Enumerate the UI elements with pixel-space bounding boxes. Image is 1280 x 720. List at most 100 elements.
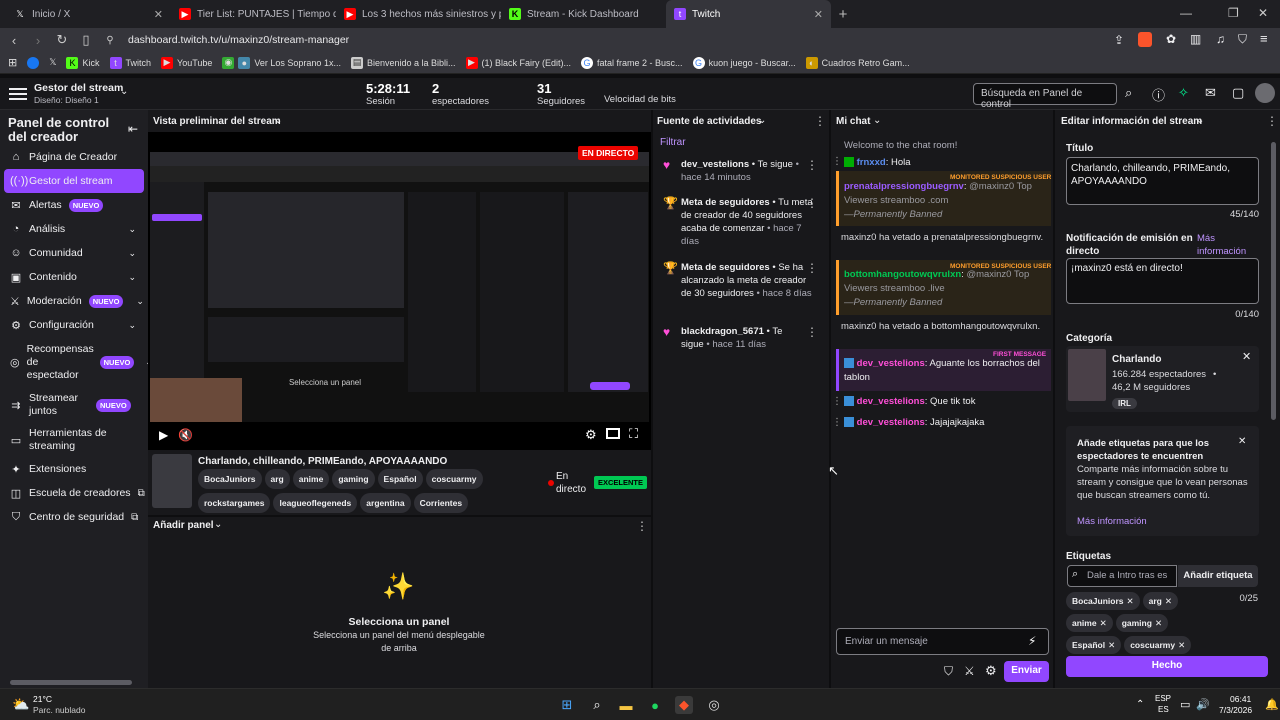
windows-start-icon[interactable]: ⊞ xyxy=(558,696,576,714)
play-icon[interactable]: ▶ xyxy=(159,428,168,442)
fullscreen-icon[interactable]: ⛶ xyxy=(629,426,638,442)
brave-browser-icon[interactable]: ◆ xyxy=(675,696,693,714)
more-options-icon[interactable]: ⋮ xyxy=(1266,114,1278,128)
drag-handle-icon[interactable]: ⋮ xyxy=(832,156,842,167)
clock-time[interactable]: 06:41 xyxy=(1230,694,1251,704)
maximize-icon[interactable]: ❐ xyxy=(1228,6,1239,20)
bookmark-biblioteca[interactable]: ▤ Bienvenido a la Bibli... xyxy=(350,56,456,69)
more-options-icon[interactable]: ⋮ xyxy=(636,519,648,533)
dashboard-search-input[interactable]: Búsqueda en Panel de control xyxy=(973,83,1117,110)
bookmark-kuon[interactable]: Gkuon juego - Buscar... xyxy=(692,56,796,69)
tag-chip[interactable]: Corrientes xyxy=(413,493,469,513)
chat-input[interactable]: Enviar un mensaje xyxy=(836,628,1049,655)
more-options-icon[interactable]: ⋮ xyxy=(806,325,818,339)
send-chat-button[interactable]: Enviar xyxy=(1004,661,1049,682)
tag-chip[interactable]: Español ✕ xyxy=(1066,636,1122,654)
bookmark-twitch[interactable]: t Twitch xyxy=(109,56,151,69)
collapse-sidebar-icon[interactable]: ⇤ xyxy=(128,122,138,136)
tag-chip[interactable]: anime ✕ xyxy=(1066,614,1113,632)
tag-chip[interactable]: BocaJuniors ✕ xyxy=(1066,592,1140,610)
chat-username[interactable]: dev_vestelions xyxy=(857,396,925,407)
theatre-mode-icon[interactable] xyxy=(606,428,620,439)
done-button[interactable]: Hecho xyxy=(1066,656,1268,677)
weather-desc[interactable]: Parc. nublado xyxy=(33,705,85,715)
avatar[interactable] xyxy=(1255,83,1275,103)
sidebar-item-streamear-juntos[interactable]: ⇉ Streamear juntos NUEVO xyxy=(0,387,148,423)
notification-input[interactable]: ¡maxinz0 está en directo! xyxy=(1066,258,1259,304)
tag-chip[interactable]: gaming xyxy=(332,469,375,489)
sidebar-item-comunidad[interactable]: ☺ Comunidad ⌄ xyxy=(0,241,148,265)
sidebar-item-analisis[interactable]: ◔ Análisis ⌄ xyxy=(0,217,148,241)
mod-tools-icon[interactable]: ⚔ xyxy=(964,664,975,678)
vpn-icon[interactable]: ⛉ xyxy=(1238,32,1247,47)
browser-tab-tierlist[interactable]: ▶ Tier List: PUNTAJES | Tiempo de Vide xyxy=(171,0,336,28)
remove-tag-icon[interactable]: ✕ xyxy=(1100,616,1107,630)
tag-chip[interactable]: rockstargames xyxy=(198,493,271,513)
help-icon[interactable]: ⓘ xyxy=(1152,85,1165,104)
network-icon[interactable]: ▭ xyxy=(1180,698,1190,711)
file-explorer-icon[interactable]: ▬ xyxy=(617,696,635,714)
chevron-down-icon[interactable]: ⌄ xyxy=(873,115,881,126)
new-tab-button[interactable]: + xyxy=(831,6,855,23)
brave-shields-icon[interactable] xyxy=(1138,32,1152,47)
add-panel-title[interactable]: Añadir panel xyxy=(153,520,214,531)
chat-username[interactable]: dev_vestelions xyxy=(857,358,925,369)
bookmark-cuadros[interactable]: ◐ Cuadros Retro Gam... xyxy=(805,56,910,69)
language-top[interactable]: ESP xyxy=(1155,694,1171,703)
sidebar-item-extensiones[interactable]: ✦ Extensiones xyxy=(0,457,148,481)
bookmark-blackfairy[interactable]: ▶ (1) Black Fairy (Edit)... xyxy=(465,56,571,69)
vertical-scrollbar[interactable] xyxy=(1271,142,1276,420)
weather-temp[interactable]: 21°C xyxy=(33,694,52,704)
chevron-down-icon[interactable]: ⌄ xyxy=(214,519,222,530)
chat-settings-icon[interactable]: ⚙ xyxy=(985,663,997,679)
close-window-icon[interactable]: ✕ xyxy=(1258,6,1268,20)
tag-chip[interactable]: coscuarmy xyxy=(425,469,483,489)
tag-chip[interactable]: Español xyxy=(377,469,423,489)
facebook-icon[interactable] xyxy=(27,56,40,69)
browser-tab-kick[interactable]: K Stream - Kick Dashboard xyxy=(501,0,666,28)
remove-tag-icon[interactable]: ✕ xyxy=(1165,594,1172,608)
chat-username[interactable]: dev_vestelions xyxy=(857,417,925,428)
close-tab-icon[interactable]: ✕ xyxy=(814,8,823,21)
title-input[interactable]: Charlando, chilleando, PRIMEando, APOYAA… xyxy=(1066,157,1259,205)
sidebar-item-moderacion[interactable]: ⚔ Moderación NUEVO ⌄ xyxy=(0,289,148,313)
filter-button[interactable]: Filtrar xyxy=(660,137,686,148)
sidebar-item-seguridad[interactable]: ⛉ Centro de seguridad ⧉ xyxy=(0,505,148,529)
tag-chip[interactable]: leagueoflegeneds xyxy=(273,493,358,513)
chevron-down-icon[interactable]: ⌄ xyxy=(274,115,282,126)
video-player[interactable]: Selecciona un panel EN DIRECTO ▶ 🔇 ⚙ ⛶ xyxy=(148,132,651,450)
remove-tag-icon[interactable]: ✕ xyxy=(1108,638,1115,652)
chevron-down-icon[interactable]: ⌄ xyxy=(1196,115,1204,126)
inbox-icon[interactable]: ✉ xyxy=(1205,85,1216,101)
sidebar-item-recompensas[interactable]: ◎Recompensas de espectadorNUEVO⌄ xyxy=(0,337,153,387)
activity-user[interactable]: blackdragon_5671 xyxy=(681,326,764,337)
clock-date[interactable]: 7/3/2026 xyxy=(1219,705,1252,715)
share-icon[interactable]: ⇪ xyxy=(1114,33,1124,47)
tag-chip[interactable]: gaming ✕ xyxy=(1115,614,1169,632)
remove-tag-icon[interactable]: ✕ xyxy=(1155,616,1162,630)
reload-icon[interactable]: ↻ xyxy=(50,32,74,48)
activity-user[interactable]: dev_vestelions xyxy=(681,159,749,170)
spotify-icon[interactable]: ● xyxy=(646,696,664,714)
settings-gear-icon[interactable]: ⚙ xyxy=(585,427,597,443)
layout-chevron-icon[interactable]: ⌄ xyxy=(120,86,128,97)
sidebar-item-gestor-stream[interactable]: ((·)) Gestor del stream xyxy=(4,169,144,193)
menu-icon[interactable]: ≡ xyxy=(1260,31,1268,46)
category-tag[interactable]: IRL xyxy=(1112,398,1137,409)
drag-handle-icon[interactable]: ⋮ xyxy=(832,417,842,428)
horizontal-scrollbar[interactable] xyxy=(10,680,132,685)
close-tab-icon[interactable]: ✕ xyxy=(154,8,163,21)
tag-chip[interactable]: arg xyxy=(264,469,290,489)
forward-icon[interactable]: › xyxy=(26,33,50,48)
tag-chip[interactable]: anime xyxy=(292,469,330,489)
extensions-icon[interactable]: ✿ xyxy=(1166,32,1176,46)
mute-icon[interactable]: 🔇 xyxy=(178,428,193,442)
browser-tab-hechos[interactable]: ▶ Los 3 hechos más siniestros y perturb xyxy=(336,0,501,28)
back-icon[interactable]: ‹ xyxy=(2,33,26,48)
remove-category-icon[interactable]: ✕ xyxy=(1242,350,1251,363)
browser-tab-twitch[interactable]: t Twitch ✕ xyxy=(666,0,831,28)
tag-chip[interactable]: argentina xyxy=(360,493,411,513)
media-icon[interactable]: ♫ xyxy=(1216,32,1225,46)
whispers-icon[interactable]: ▢ xyxy=(1232,85,1244,101)
tray-chevron-icon[interactable]: ⌃ xyxy=(1136,699,1144,710)
